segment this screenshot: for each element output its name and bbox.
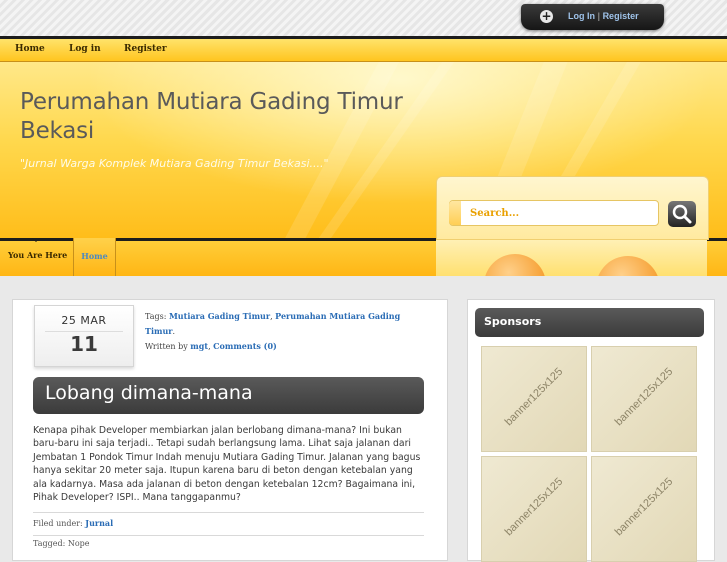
post-date-day: 25 bbox=[61, 314, 77, 327]
filed-under-label: Filed under: bbox=[33, 519, 83, 528]
main-nav: Home Log in Register bbox=[0, 39, 727, 62]
sponsor-banner[interactable]: banner125x125 bbox=[481, 456, 587, 562]
post-body: Kenapa pihak Developer membiarkan jalan … bbox=[33, 425, 421, 504]
post-title[interactable]: Lobang dimana-mana bbox=[45, 382, 253, 404]
site-tagline: "Jurnal Warga Komplek Mutiara Gading Tim… bbox=[20, 157, 329, 170]
breadcrumb-marker-icon bbox=[32, 238, 40, 242]
login-panel: + Log In | Register bbox=[521, 4, 664, 30]
banner-label: banner125x125 bbox=[612, 365, 676, 429]
category-link[interactable]: Jurnal bbox=[85, 518, 113, 528]
login-link[interactable]: Log In bbox=[568, 11, 595, 21]
nav-item-home[interactable]: Home bbox=[15, 44, 45, 54]
breadcrumb-home-link[interactable]: Home bbox=[73, 238, 116, 276]
search-button[interactable] bbox=[668, 201, 696, 227]
sponsor-banner[interactable]: banner125x125 bbox=[591, 456, 697, 562]
post-tagged: Tagged: Nope bbox=[33, 539, 90, 548]
site-title[interactable]: Perumahan Mutiara Gading Timur Bekasi bbox=[20, 88, 460, 146]
sidebar-decoration bbox=[436, 238, 707, 276]
comments-link[interactable]: Comments (0) bbox=[213, 341, 277, 351]
banner-label: banner125x125 bbox=[502, 365, 566, 429]
magnifier-icon bbox=[672, 204, 692, 224]
author-link[interactable]: mgt bbox=[190, 341, 208, 351]
banner-label: banner125x125 bbox=[612, 475, 676, 539]
post-date-box: 25 MAR 11 bbox=[34, 305, 134, 367]
written-by-label: Written by bbox=[145, 342, 188, 351]
tag-link[interactable]: Mutiara Gading Timur bbox=[169, 311, 270, 321]
register-link[interactable]: Register bbox=[603, 11, 639, 21]
post-title-bar: Lobang dimana-mana bbox=[33, 377, 424, 414]
sponsor-banner[interactable]: banner125x125 bbox=[481, 346, 587, 452]
post-date-year: 11 bbox=[70, 332, 98, 356]
post-meta: Tags: Mutiara Gading Timur, Perumahan Mu… bbox=[145, 311, 401, 351]
login-separator: | bbox=[597, 11, 601, 21]
decorative-orb bbox=[484, 254, 546, 276]
search-input[interactable] bbox=[449, 200, 659, 226]
post-filed-under: Filed under: Jurnal bbox=[33, 512, 424, 536]
nav-item-register[interactable]: Register bbox=[124, 44, 167, 54]
nav-item-login[interactable]: Log in bbox=[69, 44, 101, 54]
post-date-month: MAR bbox=[80, 314, 107, 327]
plus-icon[interactable]: + bbox=[540, 10, 553, 23]
tags-label: Tags: bbox=[145, 312, 167, 321]
breadcrumb-label: You Are Here bbox=[8, 250, 68, 260]
search-panel bbox=[436, 176, 709, 240]
login-links: Log In | Register bbox=[568, 11, 639, 21]
sponsor-banner[interactable]: banner125x125 bbox=[591, 346, 697, 452]
banner-label: banner125x125 bbox=[502, 475, 566, 539]
sponsors-title: Sponsors bbox=[484, 315, 542, 328]
search-input-cap bbox=[449, 201, 461, 225]
sponsors-header: Sponsors bbox=[475, 308, 704, 337]
post-date-daymonth: 25 MAR bbox=[35, 314, 133, 327]
decorative-orb bbox=[596, 256, 660, 276]
